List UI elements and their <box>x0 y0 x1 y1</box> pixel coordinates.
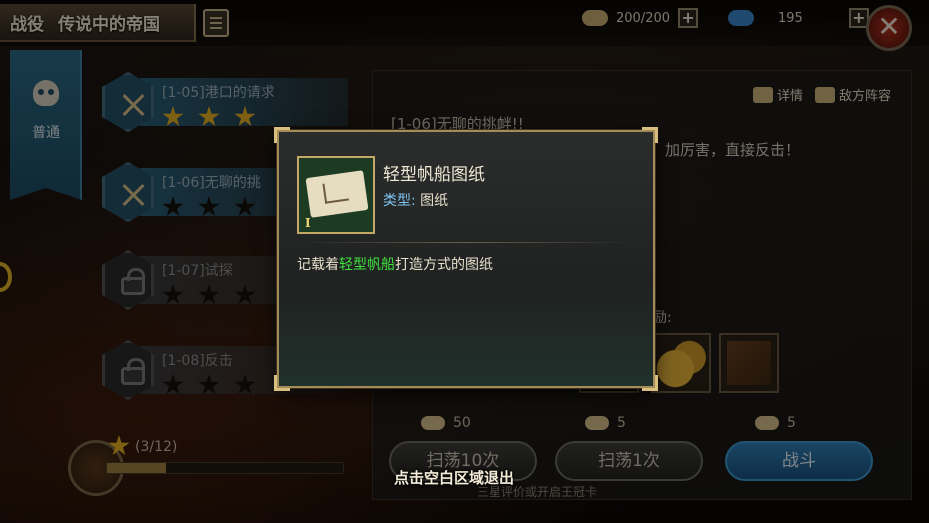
cost-value: 5 <box>787 415 796 431</box>
frame-corner <box>274 375 290 391</box>
tier-badge: I <box>305 216 311 230</box>
desc-highlight: 轻型帆船 <box>339 257 395 273</box>
close-button[interactable]: ✕ <box>866 5 912 51</box>
level-stars <box>162 284 256 306</box>
lock-icon <box>121 358 145 385</box>
tab-normal[interactable]: 普通 <box>10 50 82 200</box>
level-stars <box>162 374 256 396</box>
desc-prefix: 记载着 <box>297 257 339 273</box>
blueprint-icon <box>305 170 369 218</box>
ration-icon <box>755 416 779 430</box>
frame-corner <box>642 127 658 143</box>
enemy-lineup-label: 敌方阵容 <box>839 89 892 104</box>
star-progress-bar <box>106 462 344 474</box>
chapter-title: 传说中的帝国 <box>58 14 160 35</box>
exit-hint: 点击空白区域退出 <box>394 469 515 487</box>
star-icon <box>198 284 220 305</box>
star-icon <box>162 106 184 127</box>
star-icon <box>234 374 256 395</box>
star-progress-fill <box>107 463 166 473</box>
cost-value: 5 <box>617 415 626 431</box>
sweep-1-button[interactable]: 扫荡1次 <box>555 441 703 481</box>
star-icon <box>234 106 256 127</box>
level-name: [1-06]无聊的挑 <box>162 175 261 191</box>
top-bar: 战役 传说中的帝国 200/200 + 195 + ✕ <box>0 0 929 51</box>
item-frame: I <box>297 156 375 234</box>
ration-value: 200/200 <box>616 10 671 26</box>
title-plate: 战役 传说中的帝国 <box>0 4 196 42</box>
star-icon <box>198 374 220 395</box>
level-name: [1-08]反击 <box>162 353 233 369</box>
star-icon <box>234 284 256 305</box>
details-label: 详情 <box>777 89 804 104</box>
stage-description: 加厉害，直接反击！ <box>665 141 801 159</box>
star-icon <box>162 374 184 395</box>
gem-value: 195 <box>778 10 803 26</box>
sweep10-cost: 50 <box>421 415 471 431</box>
level-name: [1-05]港口的请求 <box>162 85 275 101</box>
cost-value: 50 <box>453 415 471 431</box>
soldier-icon <box>815 86 835 103</box>
ration-icon <box>582 10 608 26</box>
level-name: [1-07]试探 <box>162 263 233 279</box>
desc-suffix: 打造方式的图纸 <box>395 257 493 273</box>
frame-corner <box>642 375 658 391</box>
add-ration-button[interactable]: + <box>678 8 699 28</box>
ration-icon <box>585 416 609 430</box>
ration-resource: 200/200 + <box>582 8 699 28</box>
book-icon[interactable] <box>719 333 779 393</box>
star-progress-text: (3/12) <box>135 439 178 455</box>
gem-icon <box>728 10 754 26</box>
star-icon <box>162 284 184 305</box>
scroll-icon <box>753 86 773 103</box>
crossed-swords-icon <box>121 93 145 119</box>
battle-button[interactable]: 战斗 <box>725 441 873 481</box>
level-1-05[interactable]: [1-05]港口的请求 <box>100 70 348 136</box>
frame-corner <box>274 127 290 143</box>
level-stars <box>162 196 256 218</box>
level-stars <box>162 106 256 128</box>
reward-label: 励: <box>653 310 672 326</box>
item-type: 类型: 图纸 <box>383 190 448 210</box>
ration-icon <box>421 416 445 430</box>
lock-icon <box>121 268 145 295</box>
sweep1-cost: 5 <box>585 415 626 431</box>
tab-normal-label: 普通 <box>32 125 60 141</box>
details-button[interactable]: 详情 <box>753 85 803 104</box>
star-icon <box>162 196 184 217</box>
item-type-value: 图纸 <box>415 193 449 209</box>
gem-resource: 195 + <box>728 8 869 28</box>
star-icon <box>198 106 220 127</box>
star-icon <box>198 196 220 217</box>
divider <box>297 242 637 243</box>
document-icon[interactable] <box>203 9 229 37</box>
item-name: 轻型帆船图纸 <box>383 165 485 185</box>
skull-crossbones-icon <box>33 80 59 106</box>
page-title: 战役 <box>10 14 44 35</box>
item-tooltip: I 轻型帆船图纸 类型: 图纸 记载着轻型帆船打造方式的图纸 <box>274 127 658 391</box>
star-icon <box>234 196 256 217</box>
item-description: 记载着轻型帆船打造方式的图纸 <box>297 254 493 274</box>
battle-cost: 5 <box>755 415 796 431</box>
item-type-label: 类型: <box>383 193 416 209</box>
crossed-swords-icon <box>121 183 145 209</box>
gold-coins-icon[interactable] <box>651 333 711 393</box>
enemy-lineup-button[interactable]: 敌方阵容 <box>815 85 891 104</box>
